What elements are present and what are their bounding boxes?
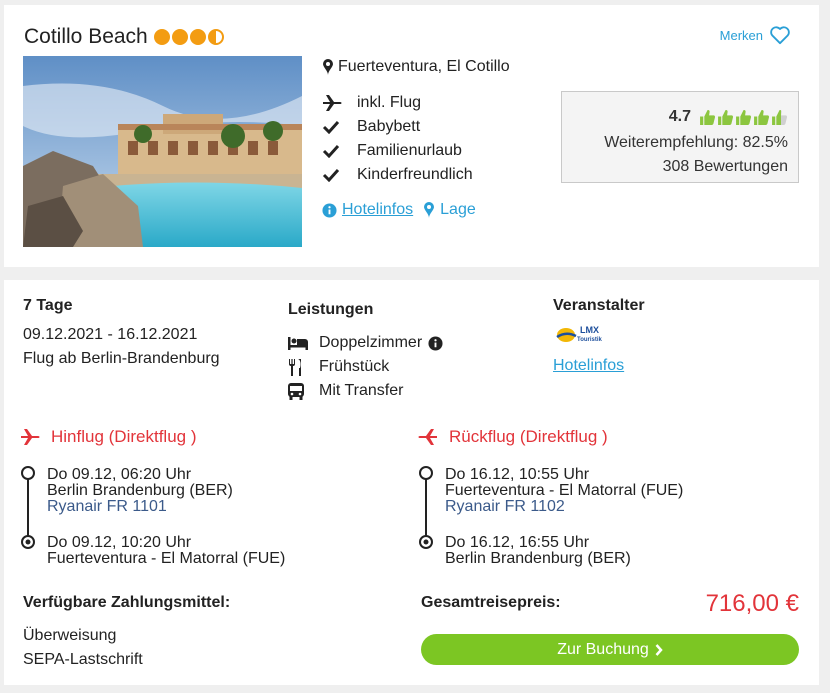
operator-title: Veranstalter [553, 297, 645, 314]
star-rating [153, 29, 224, 45]
feature-item: Babybett [322, 115, 473, 139]
info-links: Hotelinfos Lage [322, 201, 476, 219]
hotelinfos-label: Hotelinfos [342, 201, 414, 218]
payment-method: SEPA-Lastschrift [23, 651, 143, 668]
chevron-right-icon [655, 643, 663, 656]
service-item: Doppelzimmer [288, 331, 443, 355]
map-marker-icon [323, 59, 333, 75]
feature-label: Kinderfreundlich [357, 166, 473, 183]
hotel-title-row: Cotillo Beach [24, 25, 224, 49]
outbound-dep-airport: Berlin Brandenburg (BER) [47, 482, 233, 499]
return-leg: Do 16.12, 10:55 Uhr Fuerteventura - El M… [418, 465, 798, 567]
svg-text:Touristik: Touristik [577, 337, 603, 343]
outbound-leg: Do 09.12, 06:20 Uhr Berlin Brandenburg (… [20, 465, 380, 567]
outbound-dep-time: Do 09.12, 06:20 Uhr [47, 466, 192, 483]
service-label: Mit Transfer [319, 382, 404, 399]
heart-icon [770, 26, 790, 45]
thumbs-up-icon [736, 109, 752, 125]
star-icon [153, 29, 170, 45]
payment-method: Überweisung [23, 627, 117, 644]
return-dep-airport: Fuerteventura - El Matorral (FUE) [445, 482, 684, 499]
feature-list: inkl. Flug Babybett Familienurlaub Kinde… [322, 91, 473, 187]
timeline-icon [419, 466, 433, 549]
return-title: Rückflug (Direktflug ) [449, 427, 608, 446]
rating-score: 4.7 [668, 108, 691, 125]
services-title: Leistungen [288, 301, 374, 318]
outbound-title: Hinflug (Direktflug ) [51, 427, 197, 446]
check-icon [322, 144, 340, 158]
info-icon [322, 202, 337, 218]
review-count: 308 Bewertungen [662, 158, 788, 175]
booking-button[interactable]: Zur Buchung [421, 634, 799, 665]
map-marker-icon [424, 202, 435, 218]
thumbs-up-icon [700, 109, 716, 125]
thumbs-rating [699, 109, 788, 126]
payment-title: Verfügbare Zahlungsmittel: [23, 594, 231, 611]
hotel-card: Cotillo Beach Merken Fuerteventura, El C… [4, 5, 819, 267]
hotel-image[interactable] [23, 56, 302, 247]
outbound-arr-time: Do 09.12, 10:20 Uhr [47, 534, 192, 551]
location-text: Fuerteventura, El Cotillo [338, 58, 510, 75]
plane-icon [418, 429, 437, 445]
svg-text:LMX: LMX [580, 325, 599, 335]
star-icon [171, 29, 188, 45]
feature-label: inkl. Flug [357, 94, 422, 111]
hotelinfos-link[interactable]: Hotelinfos [322, 201, 413, 219]
merken-label: Merken [719, 27, 763, 43]
recommendation: Weiterempfehlung: 82.5% [604, 134, 788, 151]
service-label: Frühstück [319, 358, 390, 375]
merken-button[interactable]: Merken [720, 25, 791, 45]
hotel-name[interactable]: Cotillo Beach [24, 25, 148, 49]
booking-label: Zur Buchung [557, 640, 649, 658]
bus-icon [288, 382, 304, 400]
service-list: Doppelzimmer Frühstück Mit Transfer [288, 331, 443, 403]
rating-score-row: 4.7 [669, 108, 788, 126]
star-icon [189, 29, 206, 45]
return-airline: Ryanair FR 1102 [445, 498, 565, 515]
plane-icon [323, 95, 342, 111]
thumbs-up-half-icon [772, 109, 788, 125]
bed-icon [288, 337, 308, 350]
rating-box[interactable]: 4.7 Weiterempfehlung: 82.5% 308 Bewertun… [561, 91, 799, 183]
operator-hotelinfos-link[interactable]: Hotelinfos [553, 357, 624, 375]
half-star-icon [207, 29, 224, 45]
cutlery-icon [289, 358, 301, 376]
plane-icon [21, 429, 40, 445]
lage-link[interactable]: Lage [423, 201, 476, 219]
return-dep-time: Do 16.12, 10:55 Uhr [445, 466, 590, 483]
return-arr-airport: Berlin Brandenburg (BER) [445, 550, 631, 567]
service-label: Doppelzimmer [319, 334, 423, 351]
location: Fuerteventura, El Cotillo [322, 58, 510, 76]
offer-card: 7 Tage 09.12.2021 - 16.12.2021 Flug ab B… [4, 280, 819, 685]
duration: 7 Tage [23, 297, 73, 314]
outbound-flight-header: Hinflug (Direktflug ) [19, 427, 197, 447]
check-icon [322, 120, 340, 134]
thumbs-up-icon [754, 109, 770, 125]
return-flight-header: Rückflug (Direktflug ) [417, 427, 608, 447]
check-icon [322, 168, 340, 182]
info-icon[interactable] [428, 335, 443, 351]
return-arr-time: Do 16.12, 16:55 Uhr [445, 534, 590, 551]
thumbs-up-icon [718, 109, 734, 125]
total-price-label: Gesamtreisepreis: [421, 594, 561, 611]
departure-airport: Flug ab Berlin-Brandenburg [23, 350, 220, 367]
feature-item: Kinderfreundlich [322, 163, 473, 187]
outbound-arr-airport: Fuerteventura - El Matorral (FUE) [47, 550, 286, 567]
feature-item: inkl. Flug [322, 91, 473, 115]
feature-label: Babybett [357, 118, 421, 135]
total-price: 716,00 € [705, 590, 799, 617]
feature-item: Familienurlaub [322, 139, 473, 163]
lage-label: Lage [440, 201, 476, 218]
timeline-icon [21, 466, 35, 549]
operator-logo: LMX Touristik [556, 322, 614, 351]
feature-label: Familienurlaub [357, 142, 462, 159]
service-item: Mit Transfer [288, 379, 443, 403]
travel-dates: 09.12.2021 - 16.12.2021 [23, 326, 198, 343]
service-item: Frühstück [288, 355, 443, 379]
outbound-airline: Ryanair FR 1101 [47, 498, 167, 515]
